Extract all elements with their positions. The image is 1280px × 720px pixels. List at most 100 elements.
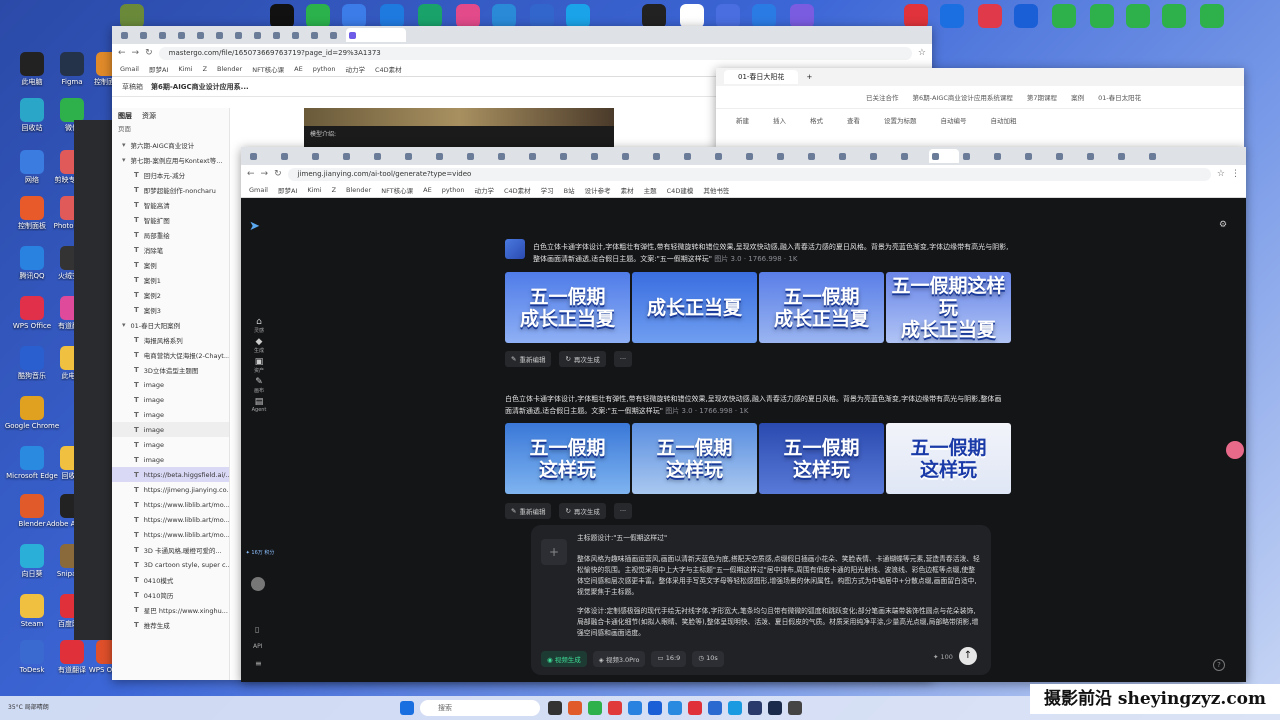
submit-button[interactable]: ↑ [959, 647, 977, 665]
bookmark[interactable]: Blender [217, 65, 242, 73]
layer-item[interactable]: T 星巴 https://www.xinghu... [112, 602, 229, 617]
new-button[interactable]: 新建 [736, 115, 749, 125]
result-image[interactable]: 五一假期这样玩 成长正当夏 [886, 272, 1011, 343]
layer-item[interactable]: T 3D cartoon style, super c... [112, 557, 229, 572]
browser-icon[interactable] [342, 4, 366, 28]
wechat-icon[interactable] [306, 4, 330, 28]
regenerate-button[interactable]: ↻ 再次生成 [559, 503, 606, 519]
bookmark[interactable]: C4D素材 [375, 64, 402, 74]
format-button[interactable]: 格式 [810, 115, 823, 125]
browser-tab-active[interactable] [346, 28, 406, 42]
desktop-icon[interactable]: Google Chrome [0, 396, 64, 431]
star-icon[interactable]: ☆ [918, 48, 926, 58]
browser-tab[interactable] [270, 28, 288, 42]
mode-chip[interactable]: ◉ 视频生成 [541, 651, 587, 667]
back-icon[interactable]: ← [118, 48, 126, 58]
forward-icon[interactable]: → [132, 48, 140, 58]
credits-badge[interactable]: ✦ 16万 积分 [245, 549, 275, 556]
weather-widget[interactable]: 35°C 局部晴朗 [0, 704, 120, 712]
app-icon[interactable] [728, 701, 742, 715]
re-edit-button[interactable]: ✎ 重新编辑 [505, 503, 552, 519]
browser-tab[interactable] [137, 28, 155, 42]
prompt-textarea[interactable]: 主标题设计:"五一假期这样过" 整体风格为趣味插画运营风,画面以清新天蓝色为底,… [577, 533, 981, 641]
re-edit-button[interactable]: ✎ 重新编辑 [505, 351, 552, 367]
result-image[interactable]: 成长正当夏 [632, 272, 757, 343]
browser-tab[interactable] [681, 149, 711, 163]
prompt-thumbnail[interactable] [505, 239, 525, 259]
bookmark[interactable]: B站 [564, 185, 575, 195]
layer-item[interactable]: Timage [112, 407, 229, 422]
browser-tab[interactable] [371, 149, 401, 163]
bookmark[interactable]: Gmail [120, 65, 139, 73]
bookmark[interactable]: 动力学 [345, 64, 365, 74]
browser-tab[interactable] [960, 149, 990, 163]
side-nav-item[interactable]: ⌂ 灵感 [248, 317, 270, 334]
app-icon[interactable] [418, 4, 442, 28]
bookmark[interactable]: Z [203, 65, 207, 73]
add-reference-icon[interactable]: + [541, 539, 567, 565]
browser-tab[interactable] [309, 149, 339, 163]
folder-icon[interactable] [120, 4, 144, 28]
app-icon[interactable] [752, 4, 776, 28]
view-button[interactable]: 查看 [847, 115, 860, 125]
qq-icon[interactable] [270, 4, 294, 28]
app-icon[interactable] [492, 4, 516, 28]
browser-tab[interactable] [1115, 149, 1145, 163]
menu-icon[interactable]: ≡ [255, 659, 262, 668]
app-icon[interactable] [680, 4, 704, 28]
back-icon[interactable]: ← [247, 169, 255, 179]
tab-layers[interactable]: 图层 [118, 111, 132, 121]
bookmark[interactable]: Kimi [178, 65, 192, 73]
bookmark[interactable]: 动力学 [474, 185, 494, 195]
photoshop-icon[interactable] [768, 701, 782, 715]
breadcrumb-item[interactable]: 第7期课程 [1027, 92, 1057, 102]
bookmark[interactable]: 学习 [541, 185, 554, 195]
bold-button[interactable]: 自动加粗 [991, 115, 1017, 125]
reload-icon[interactable]: ↻ [145, 48, 153, 58]
layer-item[interactable]: T 3D 卡通风格,暖橙可爱的... [112, 542, 229, 557]
browser-tab[interactable] [1084, 149, 1114, 163]
help-icon[interactable]: ? [1213, 659, 1225, 671]
more-button[interactable]: ··· [613, 503, 633, 519]
layer-item[interactable]: Timage [112, 422, 229, 437]
bookmark[interactable]: 其他书签 [703, 185, 729, 195]
app-icon[interactable] [904, 4, 928, 28]
browser-tab[interactable] [836, 149, 866, 163]
avatar[interactable] [251, 577, 265, 591]
extensions-icon[interactable]: ⋮ [1231, 169, 1240, 179]
browser-tab[interactable] [278, 149, 308, 163]
result-image[interactable]: 五一假期 成长正当夏 [759, 272, 884, 343]
bookmark[interactable]: Z [332, 186, 336, 194]
browser-tab[interactable] [712, 149, 742, 163]
app-icon[interactable] [1200, 4, 1224, 28]
browser-tab[interactable] [247, 149, 277, 163]
layer-item[interactable]: T 海报风格系列 [112, 332, 229, 347]
layer-item[interactable]: T 电商营销大促海报(2-Chayt... [112, 347, 229, 362]
app-icon[interactable] [648, 701, 662, 715]
browser-tab[interactable] [619, 149, 649, 163]
app-icon[interactable] [566, 4, 590, 28]
browser-tab[interactable] [526, 149, 556, 163]
layer-item[interactable]: ▾ 第六期-AIGC商业设计 [112, 137, 229, 152]
bookmark[interactable]: C4D素材 [504, 185, 531, 195]
layer-item[interactable]: T 3D立体造型主题图 [112, 362, 229, 377]
browser-tab[interactable] [464, 149, 494, 163]
start-icon[interactable] [400, 701, 414, 715]
browser-tab[interactable] [156, 28, 174, 42]
bookmark[interactable]: Kimi [307, 186, 321, 194]
app-icon[interactable] [530, 4, 554, 28]
layer-item[interactable]: T 案例1 [112, 272, 229, 287]
reload-icon[interactable]: ↻ [274, 169, 282, 179]
layer-item[interactable]: T 智能扩图 [112, 212, 229, 227]
app-icon[interactable] [608, 701, 622, 715]
bookmark[interactable]: AE [423, 186, 432, 194]
star-icon[interactable]: ☆ [1217, 169, 1225, 179]
browser-tab[interactable] [1022, 149, 1052, 163]
bookmark[interactable]: Blender [346, 186, 371, 194]
insert-button[interactable]: 插入 [773, 115, 786, 125]
browser-tab[interactable] [650, 149, 680, 163]
floating-assistant-icon[interactable] [1226, 441, 1244, 459]
app-icon[interactable] [688, 701, 702, 715]
app-icon[interactable] [642, 4, 666, 28]
browser-tab[interactable] [340, 149, 370, 163]
